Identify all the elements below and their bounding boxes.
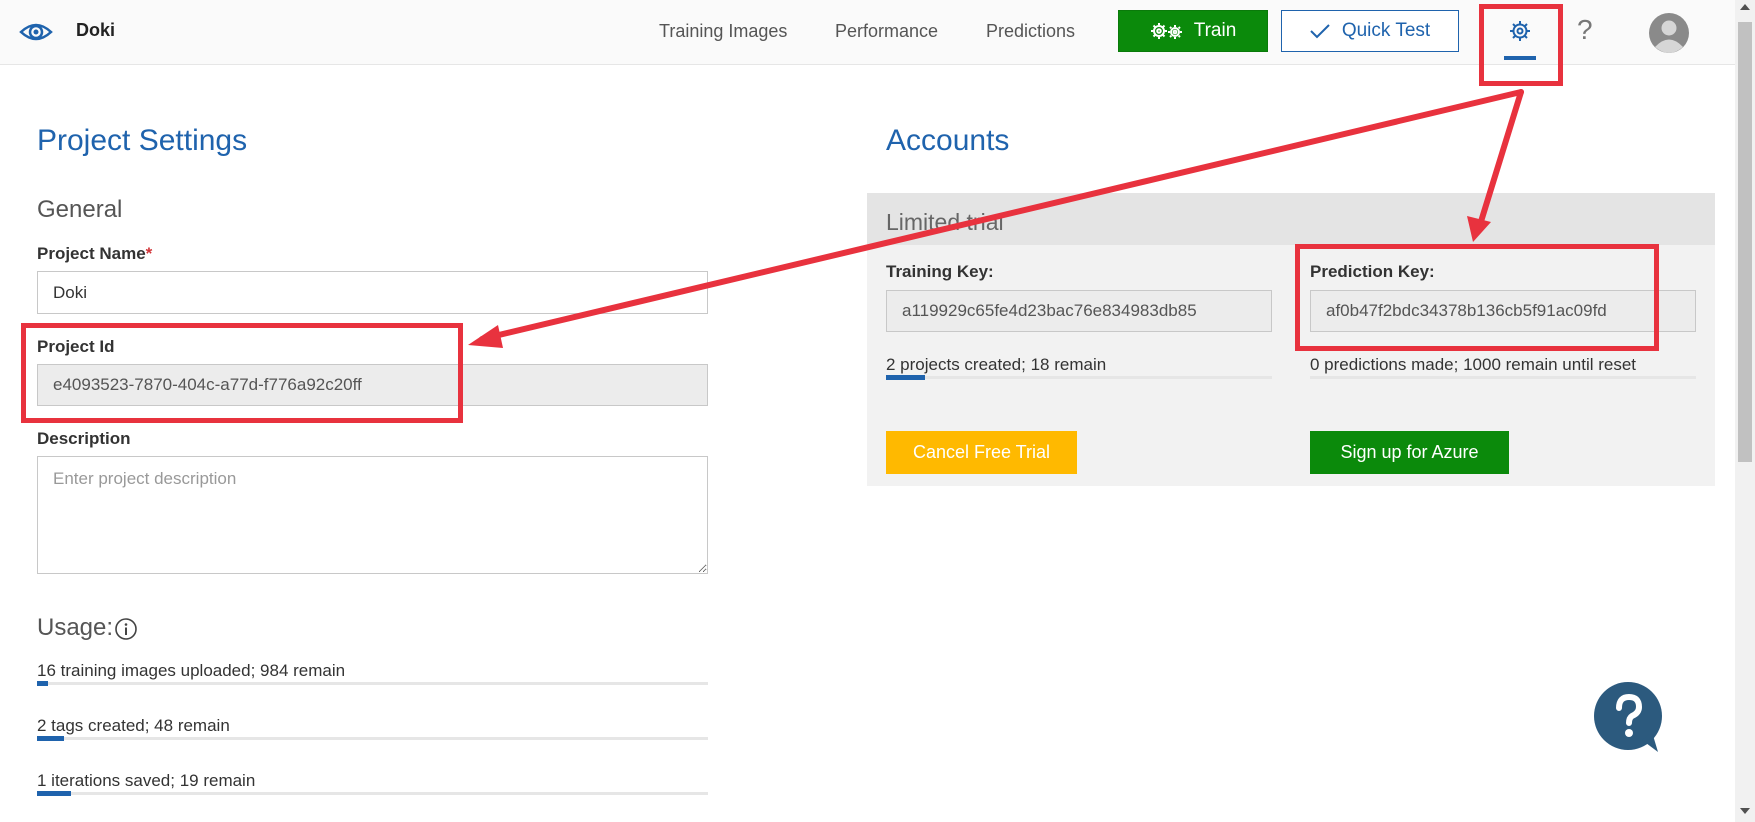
usage-iterations-text: 1 iterations saved; 19 remain [37,771,256,790]
usage-images-text: 16 training images uploaded; 984 remain [37,661,346,680]
project-settings-title: Project Settings [37,124,248,157]
general-heading: General [37,196,123,223]
project-name-input[interactable] [37,271,708,314]
settings-highlight-box [1479,4,1563,86]
arrow-head-project-id [468,325,503,348]
required-mark: * [145,244,153,263]
gears-icon [1150,23,1182,39]
prediction-usage-text: 0 predictions made; 1000 remain until re… [1310,355,1637,374]
description-textarea[interactable] [37,456,708,574]
accounts-title: Accounts [886,124,1010,157]
training-key-label: Training Key: [886,262,994,281]
page-scrollbar[interactable] [1735,0,1755,822]
prediction-usage-bar [1310,376,1696,379]
help-icon[interactable]: ? [1577,14,1593,46]
app-name[interactable]: Doki [76,20,115,41]
scroll-thumb[interactable] [1738,22,1752,462]
train-button[interactable]: Train [1118,10,1268,52]
usage-images-fill [37,681,48,686]
usage-tags-fill [37,736,64,741]
usage-tags-text: 2 tags created; 48 remain [37,716,230,735]
usage-tags-bar [37,736,708,741]
limited-trial-heading: Limited trial [886,209,1004,235]
project-name-label: Project Name* [37,244,153,263]
checkmark-icon [1310,24,1330,39]
description-label: Description [37,429,131,448]
nav-performance[interactable]: Performance [835,21,938,42]
quick-test-button[interactable]: Quick Test [1281,10,1459,52]
quick-test-label: Quick Test [1341,20,1431,41]
limited-trial-header: Limited trial [867,193,1715,245]
training-usage-bar [886,375,1272,380]
nav-predictions[interactable]: Predictions [986,21,1075,42]
training-usage-text: 2 projects created; 18 remain [886,355,1107,374]
training-key-field[interactable]: a119929c65fe4d23bac76e834983db85 [886,290,1272,332]
scroll-down-arrow[interactable] [1740,808,1750,814]
avatar-icon[interactable] [1648,12,1690,54]
train-label: Train [1193,20,1237,41]
info-icon[interactable] [114,617,138,641]
eye-logo-icon[interactable] [18,14,54,50]
training-usage-fill [886,375,925,380]
usage-iterations-fill [37,791,71,796]
scroll-up-arrow[interactable] [1740,4,1750,10]
prediction-key-highlight-box [1295,244,1659,351]
usage-heading: Usage: [37,614,114,641]
usage-iterations-bar [37,791,708,796]
usage-images-bar [37,681,708,686]
sign-up-azure-button[interactable]: Sign up for Azure [1310,431,1509,474]
top-bar: Doki Training Images Performance Predict… [0,0,1735,65]
cancel-free-trial-button[interactable]: Cancel Free Trial [886,431,1077,474]
nav-training-images[interactable]: Training Images [659,21,787,42]
chat-help-icon[interactable] [1592,680,1666,754]
project-id-highlight-box [21,323,463,423]
